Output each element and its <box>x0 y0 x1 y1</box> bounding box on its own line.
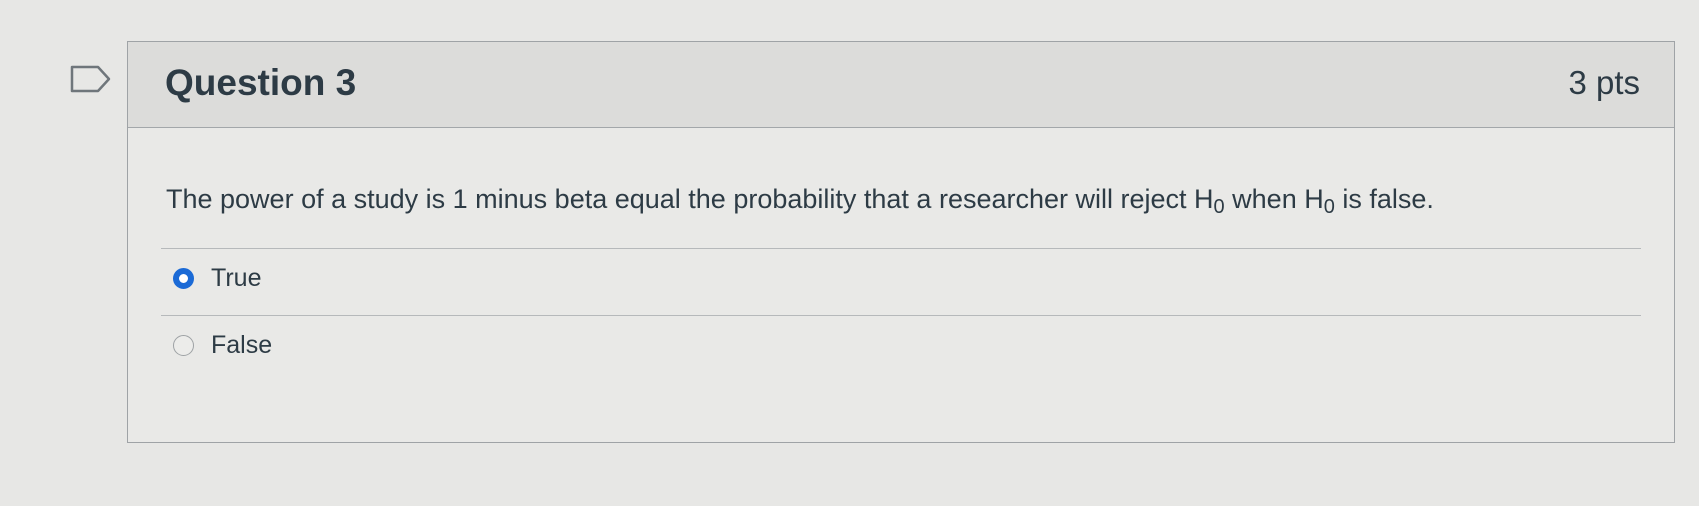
answer-label-false: False <box>211 330 273 359</box>
answer-divider <box>161 315 1641 316</box>
null-hypothesis-subscript: 0 <box>1323 196 1335 218</box>
radio-unselected-icon[interactable] <box>173 334 194 356</box>
radio-selected-icon[interactable] <box>173 267 194 289</box>
question-text-part-1: The power of a study is 1 minus beta equ… <box>166 184 1214 214</box>
flag-question-icon[interactable] <box>70 65 112 93</box>
answer-option-false[interactable]: False <box>173 325 272 365</box>
question-title: Question 3 <box>165 62 357 103</box>
question-text-part-3: is false. <box>1334 184 1434 214</box>
answer-label-true: True <box>211 263 262 292</box>
question-card: Question 3 3 pts The power of a study is… <box>127 41 1675 443</box>
question-header: Question 3 3 pts <box>128 42 1674 128</box>
answers-top-divider <box>161 248 1641 249</box>
question-points: 3 pts <box>1568 64 1640 101</box>
question-text: The power of a study is 1 minus beta equ… <box>166 184 1434 219</box>
null-hypothesis-subscript: 0 <box>1213 196 1225 218</box>
question-text-part-2: when H <box>1224 184 1324 214</box>
answer-option-true[interactable]: True <box>173 258 261 298</box>
